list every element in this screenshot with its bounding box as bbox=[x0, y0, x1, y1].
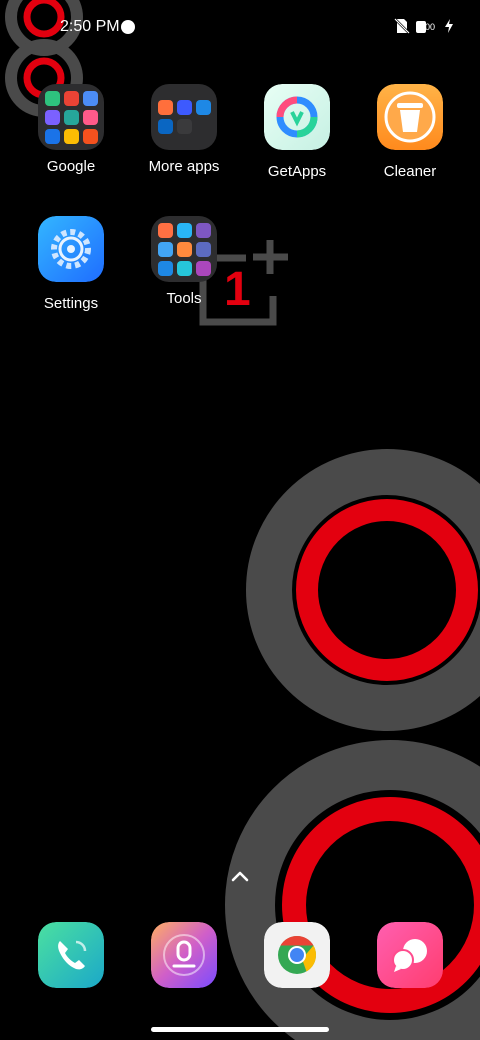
status-time: 2:50 PM bbox=[60, 18, 120, 35]
app-drawer-chevron-icon[interactable] bbox=[228, 866, 252, 886]
status-bar: 2:50 PM 00 bbox=[0, 0, 480, 56]
trash-icon bbox=[377, 84, 443, 150]
folder-google-icon bbox=[38, 84, 104, 150]
dock-phone[interactable] bbox=[15, 922, 127, 993]
folder-more-apps[interactable]: More apps bbox=[128, 84, 240, 175]
app-getapps[interactable]: GetApps bbox=[241, 84, 353, 180]
app-cleaner-label: Cleaner bbox=[383, 163, 437, 180]
no-sim-icon bbox=[394, 18, 410, 34]
charging-bolt-icon bbox=[445, 19, 453, 33]
dock-chrome[interactable] bbox=[241, 922, 353, 993]
folder-more-apps-label: More apps bbox=[148, 158, 220, 175]
chrome-icon bbox=[264, 922, 330, 988]
battery-text: 00 bbox=[425, 22, 436, 32]
app-settings[interactable]: Settings bbox=[15, 216, 127, 312]
folder-tools-label: Tools bbox=[166, 290, 202, 307]
gear-icon bbox=[38, 216, 104, 282]
recorder-icon bbox=[151, 922, 217, 988]
system-icons: 00 bbox=[394, 18, 454, 34]
phone-icon bbox=[38, 922, 104, 988]
getapps-icon bbox=[264, 84, 330, 150]
folder-tools-icon bbox=[151, 216, 217, 282]
vpn-key-icon bbox=[121, 20, 135, 34]
dock-recorder[interactable] bbox=[128, 922, 240, 993]
gesture-home-bar[interactable] bbox=[151, 1027, 329, 1032]
folder-tools[interactable]: Tools bbox=[128, 216, 240, 307]
app-getapps-label: GetApps bbox=[267, 163, 327, 180]
dock-messages[interactable] bbox=[354, 922, 466, 993]
messages-icon bbox=[377, 922, 443, 988]
folder-google-label: Google bbox=[46, 158, 96, 175]
folder-more-apps-icon bbox=[151, 84, 217, 150]
folder-google[interactable]: Google bbox=[15, 84, 127, 175]
app-cleaner[interactable]: Cleaner bbox=[354, 84, 466, 180]
app-settings-label: Settings bbox=[43, 295, 99, 312]
battery-icon: 00 bbox=[416, 19, 438, 33]
